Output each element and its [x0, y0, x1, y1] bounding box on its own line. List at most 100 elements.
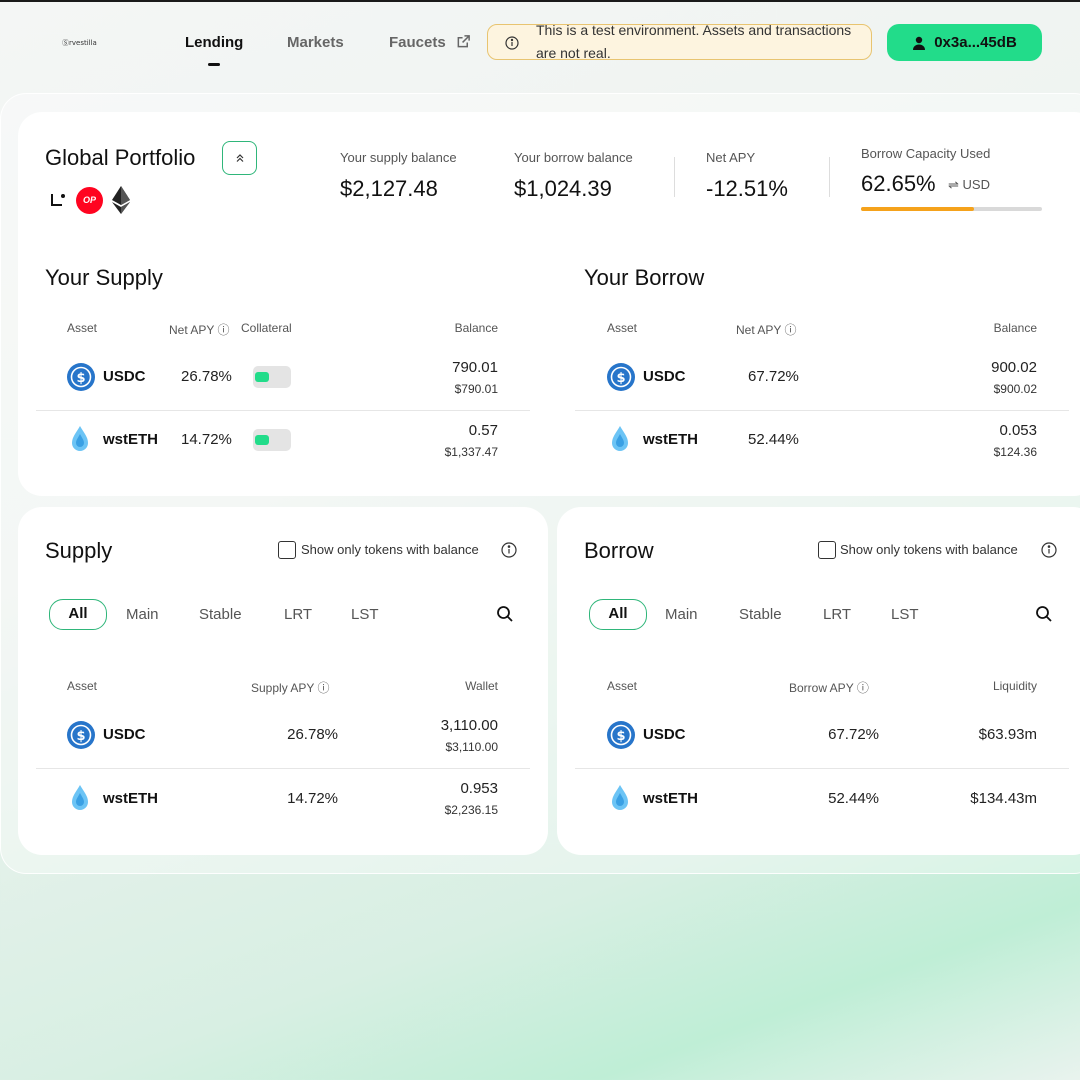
balance-filter-label: Show only tokens with balance [840, 542, 1018, 557]
tab-lst[interactable]: LST [891, 606, 919, 623]
borrow-balance-label: Your borrow balance [514, 150, 633, 165]
portfolio-title: Global Portfolio [45, 145, 196, 170]
wallet-value: 0.953 [460, 780, 498, 797]
collateral-toggle[interactable] [253, 429, 291, 451]
info-icon[interactable]: ⓘ [217, 323, 229, 337]
tab-main[interactable]: Main [665, 606, 698, 623]
net-apy-value: 67.72% [748, 368, 799, 385]
balance-usd: $124.36 [993, 445, 1037, 459]
borrow-apy-value: 67.72% [828, 726, 879, 743]
column-header-balance: Balance [993, 321, 1037, 335]
supply-apy-value: 14.72% [287, 790, 338, 807]
usdc-icon: $ [607, 721, 635, 749]
search-icon[interactable] [496, 605, 514, 623]
asset-name[interactable]: wstETH [103, 431, 158, 448]
usdc-icon: $ [67, 363, 95, 391]
net-apy-value: 14.72% [181, 431, 232, 448]
asset-name[interactable]: USDC [103, 368, 146, 385]
row-divider [36, 410, 530, 411]
balance-usd: $790.01 [454, 382, 498, 396]
borrow-apy-value: 52.44% [828, 790, 879, 807]
your-borrow-title: Your Borrow [584, 265, 705, 290]
wsteth-icon [612, 785, 628, 810]
tab-lst[interactable]: LST [351, 606, 379, 623]
balance-value: 790.01 [452, 359, 498, 376]
nav-markets[interactable]: Markets [287, 34, 344, 51]
balance-value: 0.57 [468, 422, 498, 439]
svg-text:$: $ [76, 371, 85, 386]
net-apy-value: -12.51% [706, 176, 788, 201]
info-icon[interactable]: ⓘ [318, 681, 330, 695]
tab-stable[interactable]: Stable [739, 606, 782, 623]
swap-icon: ⇌ [948, 177, 959, 192]
asset-name[interactable]: USDC [643, 368, 686, 385]
info-icon[interactable]: ⓘ [857, 681, 869, 695]
asset-name[interactable]: USDC [103, 726, 146, 743]
tab-stable[interactable]: Stable [199, 606, 242, 623]
info-icon[interactable]: ⓘ [784, 323, 796, 337]
column-header-asset: Asset [67, 679, 98, 693]
chevron-double-up-icon [236, 154, 243, 162]
asset-name[interactable]: wstETH [103, 790, 158, 807]
balance-filter-checkbox[interactable] [278, 541, 296, 559]
balance-value: 900.02 [991, 359, 1037, 376]
usdc-icon: $ [67, 721, 95, 749]
nav-faucets[interactable]: Faucets [389, 34, 471, 51]
wallet-usd: $2,236.15 [444, 803, 498, 817]
net-apy-value: 52.44% [748, 431, 799, 448]
tab-all[interactable]: All [49, 599, 107, 630]
column-header-asset: Asset [607, 679, 638, 693]
supply-balance-label: Your supply balance [340, 150, 457, 165]
info-icon[interactable] [1041, 542, 1057, 558]
wallet-usd: $3,110.00 [445, 740, 499, 754]
supply-title: Supply [45, 538, 113, 563]
borrow-balance-value: $1,024.39 [514, 176, 612, 201]
column-header-net-apy: Net APY ⓘ [169, 321, 230, 338]
optimism-icon: OP [76, 187, 103, 214]
search-icon[interactable] [1035, 605, 1053, 623]
asset-name[interactable]: wstETH [643, 790, 698, 807]
borrow-title: Borrow [584, 538, 654, 563]
collateral-toggle[interactable] [253, 366, 291, 388]
balance-filter-checkbox[interactable] [818, 541, 836, 559]
balance-filter-label: Show only tokens with balance [301, 542, 479, 557]
column-header-wallet: Wallet [465, 679, 498, 693]
linea-icon [51, 194, 65, 206]
external-link-icon [457, 35, 470, 48]
tab-all[interactable]: All [589, 599, 647, 630]
collapse-button[interactable] [222, 141, 257, 175]
svg-text:$: $ [76, 729, 85, 744]
column-header-borrow-apy-label: Borrow APY [789, 681, 854, 695]
test-environment-banner: This is a test environment. Assets and t… [487, 22, 872, 61]
balance-usd: $1,337.47 [444, 445, 498, 459]
info-icon[interactable] [501, 542, 517, 558]
tab-lrt[interactable]: LRT [284, 606, 312, 623]
currency-toggle[interactable]: ⇌ USD [948, 177, 990, 193]
app-logo[interactable]: Ⓢrvestilla [62, 38, 97, 48]
column-header-liquidity: Liquidity [992, 679, 1037, 693]
asset-name[interactable]: USDC [643, 726, 686, 743]
net-apy-label: Net APY [706, 150, 756, 165]
supply-balance-value: $2,127.48 [340, 176, 438, 201]
svg-text:$: $ [616, 729, 625, 744]
balance-value: 0.053 [999, 422, 1037, 439]
asset-name[interactable]: wstETH [643, 431, 698, 448]
info-icon [505, 36, 519, 50]
nav-lending[interactable]: Lending [185, 34, 243, 51]
tab-main[interactable]: Main [126, 606, 159, 623]
column-header-asset: Asset [607, 321, 638, 335]
column-header-borrow-apy: Borrow APY ⓘ [789, 679, 869, 696]
wsteth-icon [72, 426, 88, 451]
wallet-address: 0x3a...45dB [934, 34, 1017, 51]
borrow-capacity-fill [861, 207, 975, 211]
wallet-button[interactable]: 0x3a...45dB [887, 24, 1042, 61]
column-header-balance: Balance [454, 321, 498, 335]
usdc-icon: $ [607, 363, 635, 391]
column-header-net-apy: Net APY ⓘ [736, 321, 797, 338]
row-divider [575, 410, 1069, 411]
nav-active-indicator [208, 63, 220, 66]
tab-lrt[interactable]: LRT [823, 606, 851, 623]
balance-usd: $900.02 [993, 382, 1037, 396]
column-header-asset: Asset [67, 321, 98, 335]
column-header-net-apy-label: Net APY [736, 323, 782, 337]
